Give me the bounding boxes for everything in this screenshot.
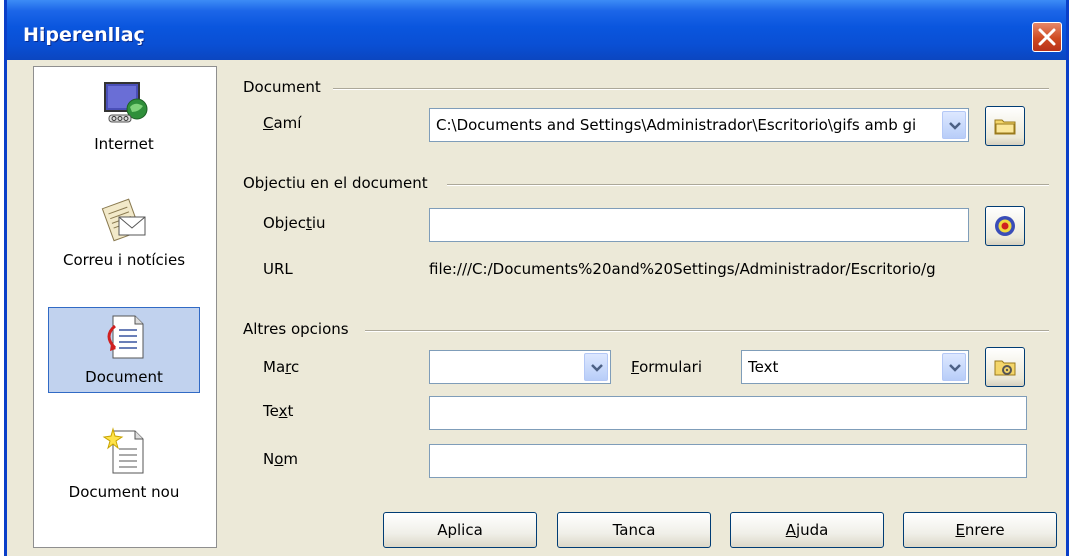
path-label: Camí	[263, 114, 302, 132]
target-icon	[995, 216, 1015, 236]
chevron-down-icon	[949, 122, 961, 130]
events-button[interactable]	[985, 347, 1025, 387]
new-document-icon	[102, 427, 144, 474]
help-button[interactable]: Ajuda	[730, 512, 884, 548]
close-icon	[1038, 28, 1056, 46]
group-divider	[333, 88, 1049, 90]
form-dropdown-button[interactable]	[942, 353, 966, 381]
text-input[interactable]	[429, 396, 1027, 430]
form-combobox[interactable]: Text	[741, 350, 969, 384]
target-group-title: Objectiu en el document	[243, 174, 428, 192]
target-label: Objectiu	[263, 214, 326, 232]
chevron-down-icon	[949, 364, 961, 372]
name-label: Nom	[263, 450, 299, 468]
category-document[interactable]: Document	[48, 307, 200, 393]
category-internet[interactable]: Internet	[48, 75, 200, 161]
document-link-icon	[107, 315, 144, 359]
folder-icon	[994, 119, 1016, 135]
close-button[interactable]: Tanca	[557, 512, 711, 548]
title-bar[interactable]: Hiperenllaç	[7, 0, 1066, 60]
category-panel: Internet Correu i notícies Document Docu…	[33, 66, 217, 548]
category-label: Document	[85, 368, 163, 386]
category-label: Document nou	[68, 483, 180, 501]
frame-combobox[interactable]	[429, 350, 611, 384]
window-title: Hiperenllaç	[23, 24, 145, 46]
text-label: Text	[263, 402, 294, 420]
chevron-down-icon	[591, 364, 603, 372]
back-button[interactable]: Enrere	[903, 512, 1057, 548]
url-value: file:///C:/Documents%20and%20Settings/Ad…	[429, 260, 936, 278]
form-value: Text	[748, 358, 779, 376]
category-new-document[interactable]: Document nou	[48, 423, 200, 509]
group-divider	[447, 184, 1049, 186]
apply-button[interactable]: Aplica	[383, 512, 537, 548]
category-mail-news[interactable]: Correu i notícies	[48, 191, 200, 277]
form-label: Formulari	[631, 358, 702, 376]
folder-gear-icon	[994, 360, 1016, 376]
browse-file-button[interactable]	[985, 106, 1025, 146]
target-browse-button[interactable]	[985, 206, 1025, 246]
internet-globe-icon	[104, 82, 148, 123]
frame-dropdown-button[interactable]	[584, 353, 608, 381]
hyperlink-dialog: Hiperenllaç Internet Correu i notícies D…	[4, 0, 1069, 556]
options-group-title: Altres opcions	[243, 320, 349, 338]
frame-label: Marc	[263, 358, 300, 376]
close-window-button[interactable]	[1032, 22, 1062, 52]
mail-news-icon	[101, 198, 146, 242]
path-dropdown-button[interactable]	[942, 111, 966, 139]
document-group-title: Document	[243, 78, 321, 96]
category-label: Correu i notícies	[62, 251, 186, 269]
name-input[interactable]	[429, 444, 1027, 478]
path-combobox[interactable]: C:\Documents and Settings\Administrador\…	[429, 108, 969, 142]
target-input[interactable]	[429, 208, 969, 242]
path-value: C:\Documents and Settings\Administrador\…	[436, 116, 917, 134]
category-label: Internet	[94, 135, 154, 153]
group-divider	[365, 330, 1049, 332]
url-label: URL	[263, 260, 293, 278]
